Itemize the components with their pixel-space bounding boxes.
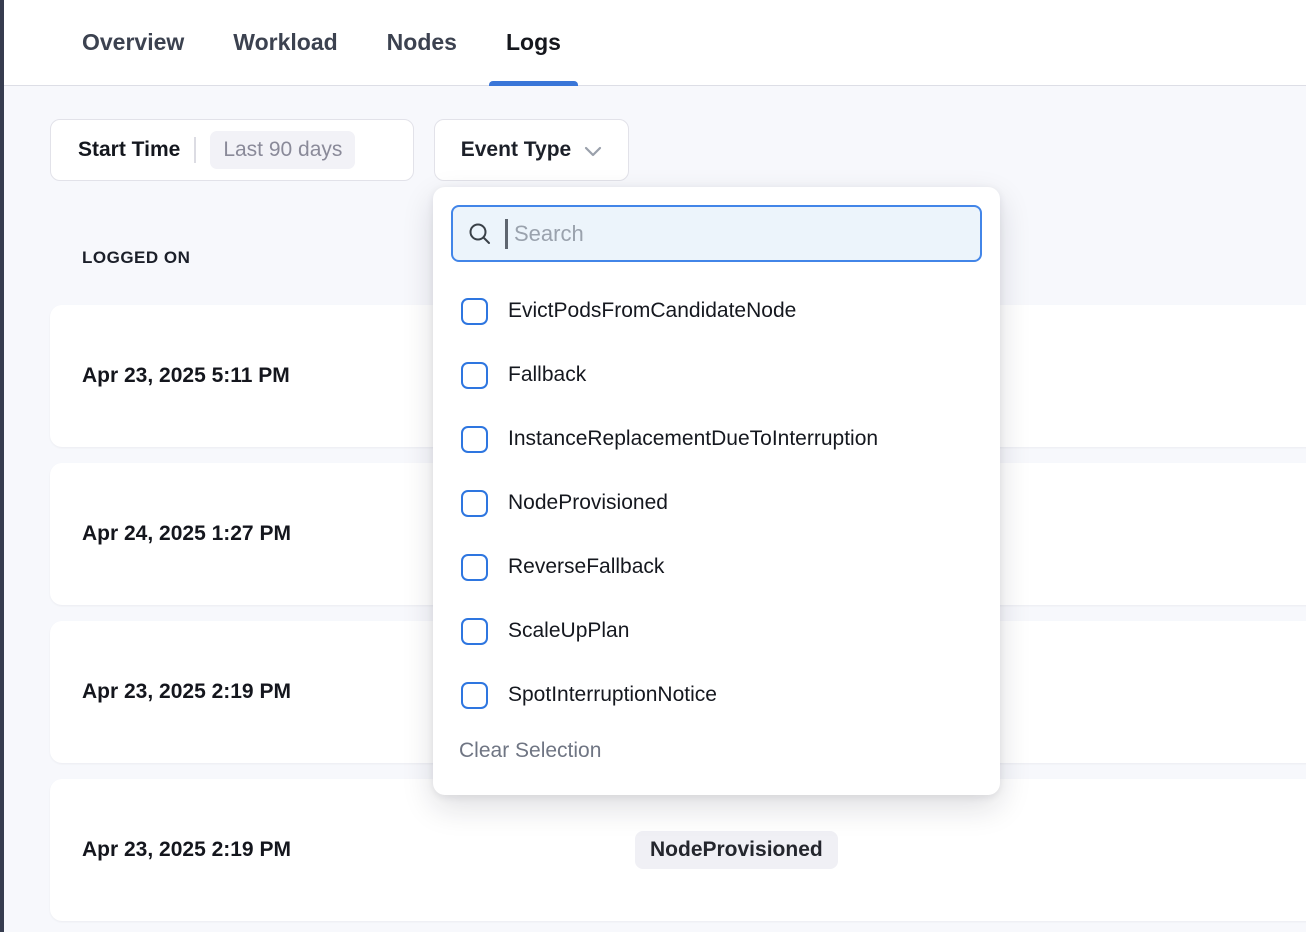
checkbox-unchecked[interactable] xyxy=(461,554,488,581)
start-time-filter[interactable]: Start Time Last 90 days xyxy=(50,119,414,181)
option-label: ScaleUpPlan xyxy=(508,619,629,643)
sidebar-edge xyxy=(0,0,4,932)
option-evictpodsfromcandidatenode[interactable]: EvictPodsFromCandidateNode xyxy=(461,279,982,343)
event-type-dropdown: EvictPodsFromCandidateNode Fallback Inst… xyxy=(433,187,1000,795)
logged-on-value: Apr 24, 2025 1:27 PM xyxy=(82,522,291,546)
active-tab-underline xyxy=(489,81,578,86)
checkbox-unchecked[interactable] xyxy=(461,490,488,517)
checkbox-unchecked[interactable] xyxy=(461,362,488,389)
event-type-options: EvictPodsFromCandidateNode Fallback Inst… xyxy=(451,279,982,727)
start-time-label: Start Time xyxy=(78,138,180,162)
option-instancereplacementduetointerruption[interactable]: InstanceReplacementDueToInterruption xyxy=(461,407,982,471)
chevron-down-icon xyxy=(584,146,602,157)
tab-workload-label: Workload xyxy=(233,29,337,56)
checkbox-unchecked[interactable] xyxy=(461,426,488,453)
tab-overview[interactable]: Overview xyxy=(65,0,201,85)
column-header-logged-on: LOGGED ON xyxy=(82,248,190,268)
tab-bar: Overview Workload Nodes Logs xyxy=(0,0,1306,86)
option-nodeprovisioned[interactable]: NodeProvisioned xyxy=(461,471,982,535)
search-icon xyxy=(467,221,493,247)
tab-nodes-label: Nodes xyxy=(387,29,457,56)
option-label: SpotInterruptionNotice xyxy=(508,683,717,707)
event-type-filter[interactable]: Event Type xyxy=(434,119,629,181)
checkbox-unchecked[interactable] xyxy=(461,618,488,645)
option-fallback[interactable]: Fallback xyxy=(461,343,982,407)
option-scaleupplan[interactable]: ScaleUpPlan xyxy=(461,599,982,663)
filter-divider xyxy=(194,137,196,163)
dropdown-search[interactable] xyxy=(451,205,982,262)
logged-on-value: Apr 23, 2025 2:19 PM xyxy=(82,680,291,704)
tab-overview-label: Overview xyxy=(82,29,184,56)
event-type-label: Event Type xyxy=(461,138,571,162)
logged-on-value: Apr 23, 2025 5:11 PM xyxy=(82,364,290,388)
option-reversefallback[interactable]: ReverseFallback xyxy=(461,535,982,599)
checkbox-unchecked[interactable] xyxy=(461,298,488,325)
option-label: Fallback xyxy=(508,363,586,387)
tab-logs[interactable]: Logs xyxy=(489,0,578,85)
option-label: EvictPodsFromCandidateNode xyxy=(508,299,796,323)
log-row[interactable]: Apr 23, 2025 2:19 PM NodeProvisioned xyxy=(50,779,1306,921)
event-type-badge: NodeProvisioned xyxy=(635,831,838,869)
option-label: InstanceReplacementDueToInterruption xyxy=(508,427,878,451)
clear-selection-link[interactable]: Clear Selection xyxy=(459,739,601,763)
option-label: ReverseFallback xyxy=(508,555,664,579)
tabs: Overview Workload Nodes Logs xyxy=(0,0,1306,85)
start-time-value[interactable]: Last 90 days xyxy=(210,131,355,169)
tab-workload[interactable]: Workload xyxy=(216,0,354,85)
logged-on-value: Apr 23, 2025 2:19 PM xyxy=(82,838,291,862)
tab-nodes[interactable]: Nodes xyxy=(370,0,474,85)
checkbox-unchecked[interactable] xyxy=(461,682,488,709)
text-caret xyxy=(505,219,508,249)
tab-logs-label: Logs xyxy=(506,29,561,56)
option-spotinterruptionnotice[interactable]: SpotInterruptionNotice xyxy=(461,663,982,727)
search-input[interactable] xyxy=(514,221,966,247)
option-label: NodeProvisioned xyxy=(508,491,668,515)
